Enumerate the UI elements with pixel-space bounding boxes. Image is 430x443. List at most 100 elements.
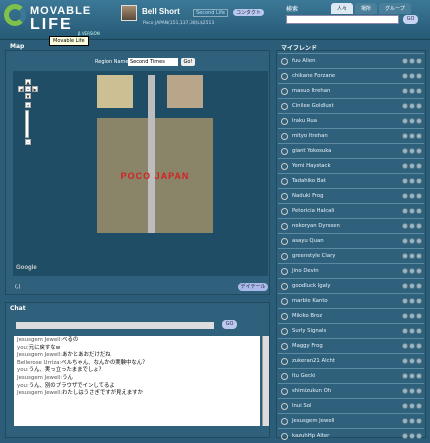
map-icon[interactable] [409, 238, 415, 244]
friend-row[interactable]: Maggy Frog [278, 338, 424, 353]
profile-icon[interactable] [402, 268, 408, 274]
chat-icon[interactable] [416, 193, 422, 199]
pan-center-icon[interactable]: • [25, 86, 31, 92]
map-icon[interactable] [409, 118, 415, 124]
pan-down-icon[interactable]: ▼ [25, 93, 31, 99]
chat-icon[interactable] [416, 178, 422, 184]
friend-row[interactable]: masuo Itrehan [278, 83, 424, 98]
profile-icon[interactable] [402, 253, 408, 259]
map-icon[interactable] [409, 58, 415, 64]
map-icon[interactable] [409, 163, 415, 169]
chat-icon[interactable] [416, 208, 422, 214]
friend-row[interactable]: Itu Gecki [278, 368, 424, 383]
map-icon[interactable] [409, 253, 415, 259]
friend-row[interactable]: Tadahiko Bat [278, 173, 424, 188]
friend-row[interactable]: Cinilee Goldlust [278, 98, 424, 113]
chat-icon[interactable] [416, 223, 422, 229]
profile-icon[interactable] [402, 133, 408, 139]
profile-icon[interactable] [402, 223, 408, 229]
map-icon[interactable] [409, 283, 415, 289]
map-icon[interactable] [409, 148, 415, 154]
tab-people[interactable]: 人々 [331, 3, 354, 14]
chat-icon[interactable] [416, 268, 422, 274]
profile-icon[interactable] [402, 163, 408, 169]
chat-icon[interactable] [416, 88, 422, 94]
friend-row[interactable]: nekoryan Dyrssen [278, 218, 424, 233]
map-icon[interactable] [409, 208, 415, 214]
pan-up-icon[interactable]: ▲ [25, 79, 31, 85]
friend-row[interactable]: zukeran21 Alcht [278, 353, 424, 368]
profile-icon[interactable] [402, 103, 408, 109]
chat-icon[interactable] [416, 163, 422, 169]
chat-icon[interactable] [416, 148, 422, 154]
friend-row[interactable]: Jesusgem Jewell [278, 413, 424, 428]
search-button[interactable]: GO [403, 15, 418, 24]
chat-input[interactable] [16, 322, 214, 329]
friend-row[interactable]: marble Kanto [278, 293, 424, 308]
friend-row[interactable]: Naduki Frog [278, 188, 424, 203]
friend-row[interactable]: asayu Quan [278, 233, 424, 248]
friend-row[interactable]: Surly Signals [278, 323, 424, 338]
friend-row[interactable]: chikane Forzane [278, 68, 424, 83]
tab-groups[interactable]: グループ [379, 3, 411, 14]
tab-places[interactable]: 場所 [355, 3, 378, 14]
friend-row[interactable]: mityo Itrehan [278, 128, 424, 143]
profile-icon[interactable] [402, 118, 408, 124]
friend-row[interactable]: Inui Sol [278, 398, 424, 413]
map-icon[interactable] [409, 403, 415, 409]
map-icon[interactable] [409, 343, 415, 349]
region-input[interactable]: Second Times [128, 58, 178, 66]
zoom-slider[interactable] [25, 110, 29, 138]
chat-icon[interactable] [416, 133, 422, 139]
friend-row[interactable]: Yomi Haystack [278, 158, 424, 173]
chat-icon[interactable] [416, 73, 422, 79]
map-icon[interactable] [409, 388, 415, 394]
chat-icon[interactable] [416, 283, 422, 289]
profile-icon[interactable] [402, 418, 408, 424]
profile-icon[interactable] [402, 88, 408, 94]
profile-icon[interactable] [402, 313, 408, 319]
chat-icon[interactable] [416, 313, 422, 319]
map-icon[interactable] [409, 298, 415, 304]
map-icon[interactable] [409, 433, 415, 439]
contact-button[interactable]: コンタクト [233, 9, 265, 16]
map-icon[interactable] [409, 73, 415, 79]
chat-icon[interactable] [416, 253, 422, 259]
search-input[interactable] [286, 15, 399, 24]
chat-icon[interactable] [416, 388, 422, 394]
chat-icon[interactable] [416, 358, 422, 364]
friend-row[interactable]: greenstyle Clary [278, 248, 424, 263]
profile-icon[interactable] [402, 388, 408, 394]
chat-scrollbar[interactable] [262, 336, 269, 426]
profile-icon[interactable] [402, 298, 408, 304]
chat-icon[interactable] [416, 103, 422, 109]
profile-icon[interactable] [402, 208, 408, 214]
friend-row[interactable]: Petoricia Halcali [278, 203, 424, 218]
chat-icon[interactable] [416, 118, 422, 124]
profile-icon[interactable] [402, 328, 408, 334]
map-icon[interactable] [409, 88, 415, 94]
friend-row[interactable]: fuu Allen [278, 53, 424, 68]
map-icon[interactable] [409, 313, 415, 319]
friend-row[interactable]: Jino Devin [278, 263, 424, 278]
map-icon[interactable] [409, 268, 415, 274]
chat-icon[interactable] [416, 403, 422, 409]
go-button[interactable]: Go! [181, 58, 195, 66]
chat-icon[interactable] [416, 343, 422, 349]
chat-icon[interactable] [416, 328, 422, 334]
chat-icon[interactable] [416, 238, 422, 244]
map-icon[interactable] [409, 328, 415, 334]
map-icon[interactable] [409, 133, 415, 139]
chat-icon[interactable] [416, 58, 422, 64]
detail-button[interactable]: デイテール [238, 283, 268, 291]
map-icon[interactable] [409, 358, 415, 364]
map-icon[interactable] [409, 373, 415, 379]
chat-send-button[interactable]: GO [222, 320, 237, 329]
chat-icon[interactable] [416, 298, 422, 304]
pan-left-icon[interactable]: ◀ [18, 86, 24, 92]
avatar[interactable] [121, 5, 137, 21]
friend-row[interactable]: giant Yokosuka [278, 143, 424, 158]
profile-icon[interactable] [402, 403, 408, 409]
profile-icon[interactable] [402, 58, 408, 64]
chat-icon[interactable] [416, 433, 422, 439]
